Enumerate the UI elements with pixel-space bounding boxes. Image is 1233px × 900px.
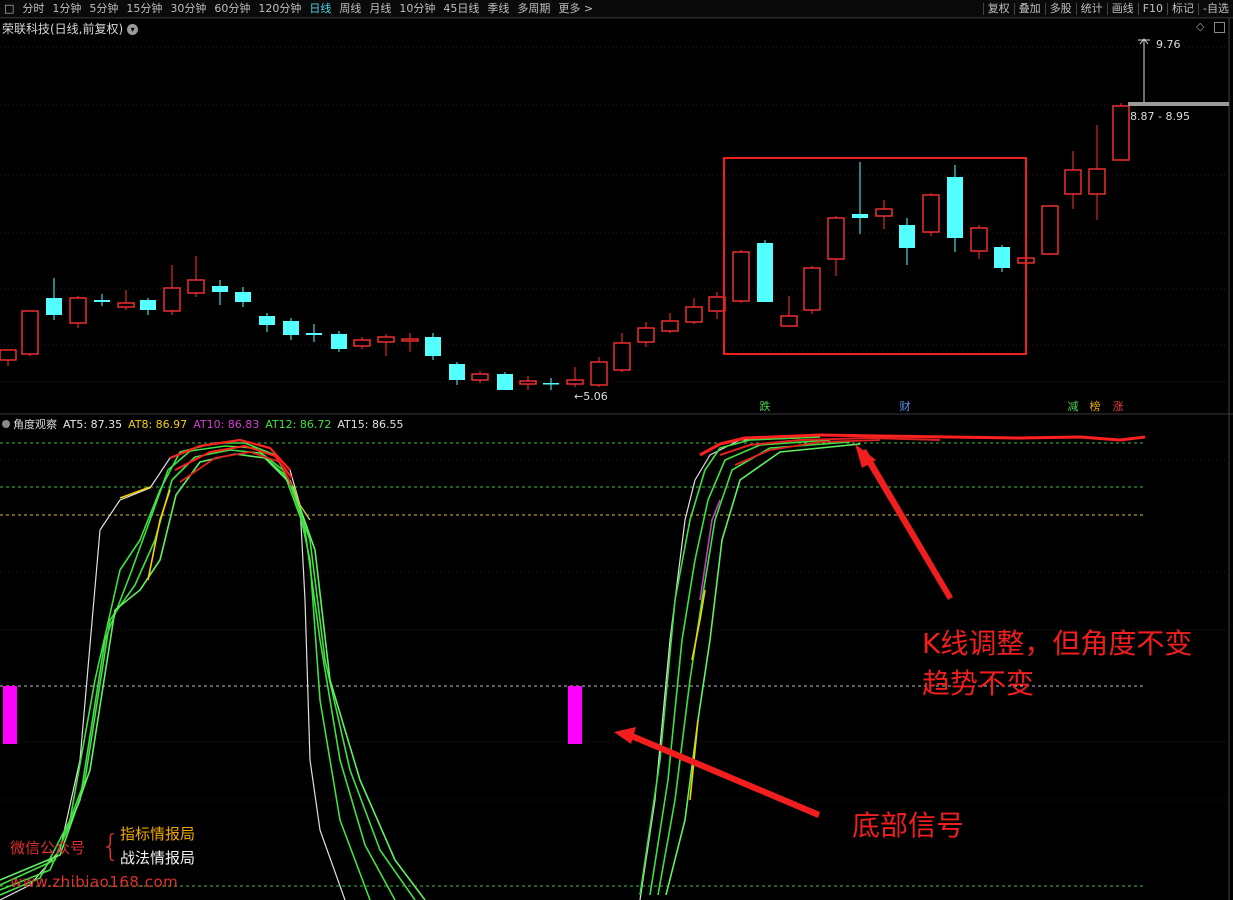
candle xyxy=(566,367,584,387)
candle xyxy=(661,313,679,333)
indicator-value: AT10: 86.83 xyxy=(193,418,260,431)
candle xyxy=(1112,103,1130,161)
event-tag[interactable]: 涨 xyxy=(1113,400,1124,413)
candle xyxy=(732,250,750,303)
candle xyxy=(471,371,489,383)
candle xyxy=(94,294,110,306)
indicator-value: AT5: 87.35 xyxy=(63,418,123,431)
indicator-line xyxy=(119,486,151,499)
candle xyxy=(970,225,988,259)
candle xyxy=(947,165,963,252)
indicator-value: AT12: 86.72 xyxy=(265,418,332,431)
candle xyxy=(306,324,322,342)
indicator-line xyxy=(0,445,396,900)
candle xyxy=(69,296,87,328)
annotation-arrow-signal xyxy=(614,727,820,818)
indicator-name: 角度观察 xyxy=(13,418,57,431)
candle xyxy=(425,333,441,360)
price-range-label: 8.87 - 8.95 xyxy=(1130,110,1190,123)
event-tag[interactable]: 榜 xyxy=(1090,399,1101,413)
candle xyxy=(543,378,559,390)
candle xyxy=(685,298,703,324)
candle xyxy=(803,266,821,314)
candle xyxy=(163,265,181,315)
candle xyxy=(852,162,868,234)
candle xyxy=(331,331,347,352)
candle xyxy=(187,256,205,297)
indicator-line xyxy=(691,589,706,661)
candle xyxy=(637,322,655,347)
kline-note-line1: K线调整，但角度不变 xyxy=(922,627,1193,660)
candlestick-series xyxy=(0,103,1130,390)
watermark-wechat: 微信公众号 xyxy=(10,839,86,857)
candle xyxy=(994,245,1010,272)
candle xyxy=(875,200,893,229)
watermark-name1: 指标情报局 xyxy=(120,825,196,843)
bottom-signal-bar xyxy=(568,686,582,744)
candle xyxy=(827,216,845,276)
candle xyxy=(401,333,419,352)
candle xyxy=(212,280,228,305)
kline-note-line2: 趋势不变 xyxy=(922,667,1035,700)
candle xyxy=(1064,151,1082,209)
candle xyxy=(497,372,513,390)
indicator-value: AT15: 86.55 xyxy=(337,418,404,431)
watermark-brace: { xyxy=(101,829,121,864)
candle xyxy=(259,313,275,332)
candle xyxy=(590,357,608,387)
high-marker: 9.76 xyxy=(1138,38,1181,103)
indicator-value: AT8: 86.97 xyxy=(128,418,188,431)
candle xyxy=(46,278,62,320)
high-price-label: 9.76 xyxy=(1156,38,1181,51)
candle xyxy=(0,349,17,366)
event-tags: 跌 财 减榜涨 xyxy=(760,399,1124,413)
event-tag[interactable]: 减 xyxy=(1068,400,1079,413)
indicator-values: AT5: 87.35 AT8: 86.97 AT10: 86.83 AT12: 86.… xyxy=(63,418,409,431)
candle xyxy=(899,218,915,265)
candle xyxy=(780,296,798,327)
candle xyxy=(1088,125,1106,220)
kline-note: K线调整，但角度不变 趋势不变 xyxy=(922,624,1192,704)
event-tag[interactable]: 跌 xyxy=(760,399,771,413)
annotation-arrow-trend xyxy=(855,444,953,600)
indicator-line xyxy=(657,441,851,896)
event-tag[interactable]: 财 xyxy=(900,399,911,413)
indicator-line xyxy=(665,443,861,896)
candle xyxy=(757,240,773,302)
price-range-bar xyxy=(1128,102,1229,106)
candle xyxy=(140,298,156,315)
candle xyxy=(449,362,465,385)
candle xyxy=(117,290,135,310)
candle xyxy=(353,337,371,349)
candle xyxy=(1041,205,1059,255)
bottom-signal-note: 底部信号 xyxy=(852,809,965,842)
candle xyxy=(922,193,940,236)
candle xyxy=(283,318,299,340)
indicator-line xyxy=(649,439,831,896)
low-price-label: ←5.06 xyxy=(574,390,608,403)
chart-canvas: 9.76 8.87 - 8.95 ←5.06 跌 财 减榜涨 xyxy=(0,17,1233,900)
indicator-toggle-icon[interactable] xyxy=(2,420,10,428)
candle xyxy=(235,287,251,307)
bottom-signal-bar xyxy=(3,686,17,744)
watermark-name2: 战法情报局 xyxy=(120,849,196,867)
indicator-line xyxy=(0,449,416,900)
indicator-header: 角度观察 AT5: 87.35 AT8: 86.97 AT10: 86.83 AT12:… xyxy=(2,416,415,432)
watermark-url: www.zhibiao168.com xyxy=(10,873,179,891)
candle xyxy=(613,333,631,372)
candle xyxy=(21,310,39,356)
candle xyxy=(708,292,726,319)
candle xyxy=(519,376,537,390)
